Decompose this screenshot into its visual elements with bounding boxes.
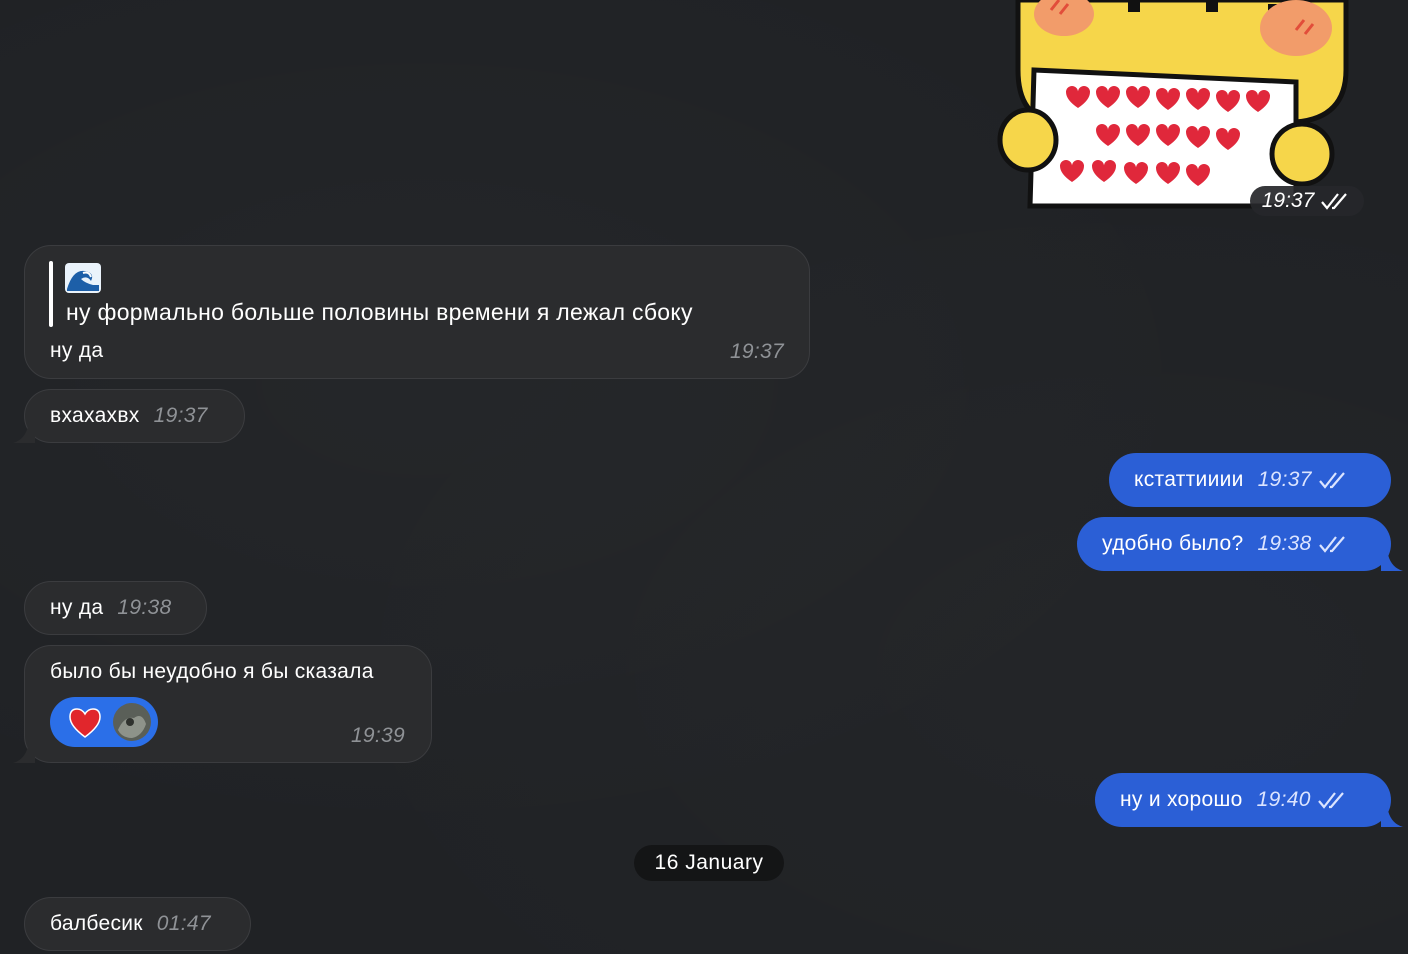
double-check-icon <box>1317 792 1344 809</box>
incoming-message[interactable]: вхахахвх 19:37 <box>13 389 245 443</box>
message-time: 19:40 <box>1256 788 1311 811</box>
bubble-tail <box>1381 805 1403 827</box>
message-text: ну и хорошо <box>1120 788 1243 811</box>
message-text: было бы неудобно я бы сказала <box>50 660 374 683</box>
outgoing-message[interactable]: ну и хорошо 19:40 <box>1095 773 1403 827</box>
double-check-icon <box>1318 472 1345 489</box>
outgoing-message[interactable]: удобно было? 19:38 <box>1077 517 1403 571</box>
message-time: 19:37 <box>153 404 208 427</box>
date-separator-label: 16 January <box>654 851 764 874</box>
message-text: кстаттииии <box>1134 468 1244 491</box>
message-text: ну да <box>50 339 104 362</box>
sticker-message[interactable] <box>996 0 1368 212</box>
heart-icon <box>69 708 101 738</box>
message-text: ну да <box>50 596 104 619</box>
message-time: 19:37 <box>1257 468 1312 491</box>
message-time: 19:37 <box>729 340 784 363</box>
incoming-message-with-reaction[interactable]: было бы неудобно я бы сказала 19:39 <box>13 645 432 763</box>
reaction-pill[interactable] <box>50 697 158 747</box>
outgoing-message[interactable]: кстаттииии 19:37 <box>1109 453 1391 507</box>
bubble-tail <box>13 741 35 763</box>
bubble-tail <box>1381 549 1403 571</box>
message-text: удобно было? <box>1102 532 1244 555</box>
incoming-message[interactable]: ну да 19:38 <box>24 581 207 635</box>
wave-emoji-icon <box>65 263 101 299</box>
message-text: вхахахвх <box>50 404 140 427</box>
sticker-timestamp: 19:37 <box>1250 186 1364 216</box>
message-time: 19:39 <box>350 724 405 747</box>
sticker-time: 19:37 <box>1261 189 1315 212</box>
incoming-message[interactable]: балбесик 01:47 <box>24 897 251 951</box>
user-avatar <box>113 703 151 741</box>
bubble-tail <box>13 421 35 443</box>
message-time: 19:38 <box>117 596 172 619</box>
quoted-message-text: ну формально больше половины времени я л… <box>66 299 693 325</box>
quote-bar <box>49 261 53 327</box>
incoming-message-reply[interactable]: ну формально больше половины времени я л… <box>24 245 810 379</box>
message-time: 19:38 <box>1257 532 1312 555</box>
message-time: 01:47 <box>156 912 211 935</box>
double-check-icon <box>1321 193 1348 210</box>
date-separator: 16 January <box>634 845 784 881</box>
cat-holding-hearts-sticker <box>997 0 1349 209</box>
message-text: балбесик <box>50 912 143 935</box>
double-check-icon <box>1318 536 1345 553</box>
